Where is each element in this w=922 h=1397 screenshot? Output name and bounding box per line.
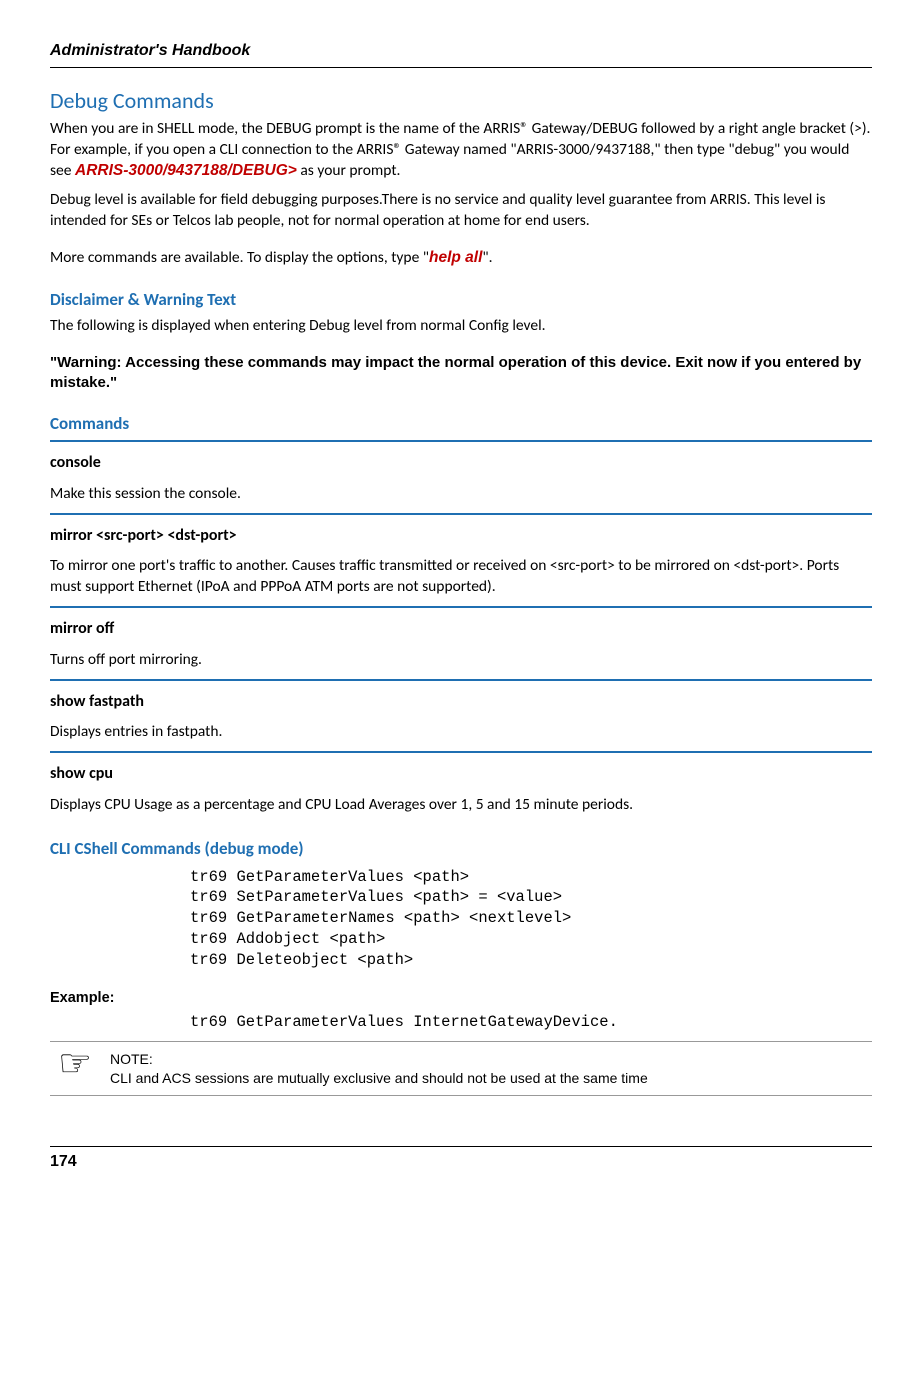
hand-pointing-icon: ☞: [50, 1050, 110, 1078]
intro-paragraph-1: When you are in SHELL mode, the DEBUG pr…: [50, 119, 872, 182]
page-number: 174: [50, 1146, 872, 1173]
intro-paragraph-3: More commands are available. To display …: [50, 248, 872, 269]
command-name-mirror-off: mirror off: [50, 618, 872, 640]
running-header: Administrator's Handbook: [50, 40, 872, 62]
note-text: NOTE: CLI and ACS sessions are mutually …: [110, 1050, 648, 1088]
intro-paragraph-2: Debug level is available for field debug…: [50, 190, 872, 232]
command-desc-console: Make this session the console.: [50, 484, 872, 505]
warning-text: "Warning: Accessing these commands may i…: [50, 353, 872, 394]
disclaimer-heading: Disclaimer & Warning Text: [50, 289, 872, 312]
help-all-command: help all: [429, 249, 482, 266]
note-label: NOTE:: [110, 1051, 153, 1067]
command-rule: [50, 513, 872, 515]
command-desc-show-cpu: Displays CPU Usage as a percentage and C…: [50, 795, 872, 816]
debug-prompt-example: ARRIS-3000/9437188/DEBUG>: [75, 162, 297, 179]
command-rule: [50, 606, 872, 608]
command-desc-mirror: To mirror one port's traffic to another.…: [50, 556, 872, 598]
header-rule: [50, 67, 872, 68]
command-desc-mirror-off: Turns off port mirroring.: [50, 650, 872, 671]
example-label: Example:: [50, 989, 872, 1009]
intro-text-3a: More commands are available. To display …: [50, 248, 429, 267]
commands-rule: [50, 440, 872, 442]
intro-text-1b: as your prompt.: [297, 161, 401, 180]
command-name-mirror: mirror <src-port> <dst-port>: [50, 525, 872, 547]
command-name-show-fastpath: show fastpath: [50, 691, 872, 713]
page-heading: Debug Commands: [50, 86, 872, 116]
command-name-show-cpu: show cpu: [50, 763, 872, 785]
cli-shell-heading: CLI CShell Commands (debug mode): [50, 838, 872, 861]
note-body: CLI and ACS sessions are mutually exclus…: [110, 1070, 648, 1086]
note-box: ☞ NOTE: CLI and ACS sessions are mutuall…: [50, 1041, 872, 1097]
command-name-console: console: [50, 452, 872, 474]
disclaimer-body: The following is displayed when entering…: [50, 316, 872, 337]
commands-heading: Commands: [50, 413, 872, 436]
intro-text-3b: ".: [482, 248, 492, 267]
example-code: tr69 GetParameterValues InternetGatewayD…: [190, 1012, 872, 1033]
command-rule: [50, 679, 872, 681]
command-rule: [50, 751, 872, 753]
command-desc-show-fastpath: Displays entries in fastpath.: [50, 722, 872, 743]
cli-command-block: tr69 GetParameterValues <path> tr69 SetP…: [190, 867, 872, 972]
